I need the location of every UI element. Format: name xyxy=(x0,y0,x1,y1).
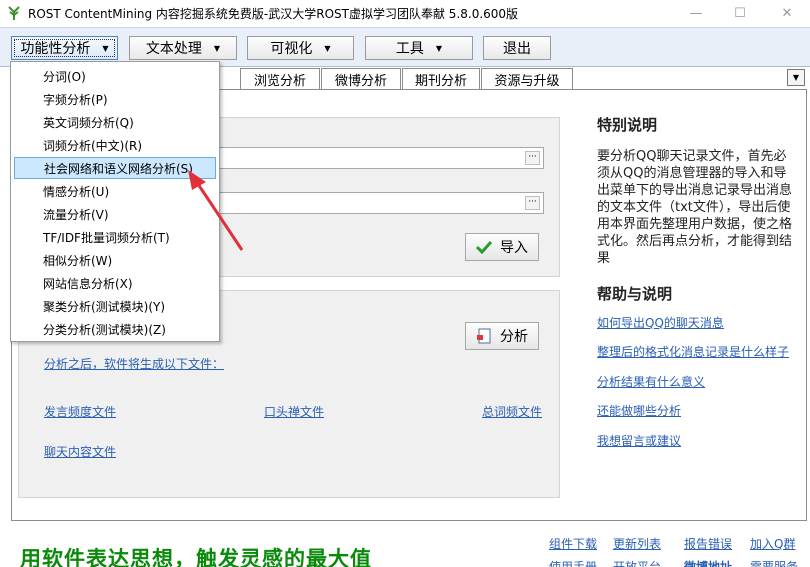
dropdown-item-classification[interactable]: 分类分析(测试模块)(Z) xyxy=(14,318,216,340)
menu-tools[interactable]: 工具 ▼ xyxy=(365,36,473,60)
dropdown-item-clustering[interactable]: 聚类分析(测试模块)(Y) xyxy=(14,295,216,317)
app-logo-icon xyxy=(8,6,20,20)
speech-frequency-file-link[interactable]: 发言频度文件 xyxy=(44,403,116,420)
caret-down-icon: ▼ xyxy=(102,43,109,53)
source-file-input[interactable]: ··· xyxy=(208,147,544,169)
dropdown-item-segmentation[interactable]: 分词(O) xyxy=(14,65,216,87)
tab-journal-analysis[interactable]: 期刊分析 xyxy=(402,68,480,90)
document-chart-icon xyxy=(477,328,491,344)
close-button[interactable]: ✕ xyxy=(764,0,810,27)
annotation-arrow-icon xyxy=(188,170,244,251)
catchphrase-file-link[interactable]: 口头禅文件 xyxy=(264,403,324,420)
menu-label: 文本处理 xyxy=(145,41,202,57)
menu-label: 工具 xyxy=(395,41,424,57)
footer-link-manual[interactable]: 使用手册 xyxy=(549,558,597,567)
footer-link-open-platform[interactable]: 开放平台 xyxy=(613,558,661,567)
help-link-result-meaning[interactable]: 分析结果有什么意义 xyxy=(597,373,705,390)
analyze-label: 分析 xyxy=(500,329,528,345)
special-note-text: 要分析QQ聊天记录文件，首先必须从QQ的消息管理器的导入和导出菜单下的导出消息记… xyxy=(597,149,793,266)
checkmark-icon xyxy=(476,240,492,254)
analyze-button[interactable]: 分析 xyxy=(465,322,539,350)
import-label: 导入 xyxy=(500,240,528,256)
menu-label: 功能性分析 xyxy=(20,41,91,57)
browse-icon[interactable]: ··· xyxy=(525,151,540,165)
window-title: ROST ContentMining 内容挖掘系统免费版-武汉大学ROST虚拟学… xyxy=(28,7,519,21)
footer-link-service[interactable]: 需要服务 xyxy=(750,558,798,567)
footer-link-report-error[interactable]: 报告错误 xyxy=(684,535,732,552)
after-analysis-link[interactable]: 分析之后，软件将生成以下文件： xyxy=(44,355,224,372)
caret-down-icon: ▼ xyxy=(213,43,221,53)
menu-label: 可视化 xyxy=(270,41,313,57)
footer-link-update-list[interactable]: 更新列表 xyxy=(613,535,661,552)
help-link-formatted-record[interactable]: 整理后的格式化消息记录是什么样子 xyxy=(597,343,789,360)
footer-link-components[interactable]: 组件下载 xyxy=(549,535,597,552)
caret-down-icon: ▼ xyxy=(324,43,331,53)
help-link-export-qq[interactable]: 如何导出QQ的聊天消息 xyxy=(597,314,724,331)
tab-browse-analysis[interactable]: 浏览分析 xyxy=(240,68,320,90)
menu-visualization[interactable]: 可视化 ▼ xyxy=(247,36,354,60)
exit-button[interactable]: 退出 xyxy=(483,36,551,60)
minimize-button[interactable]: — xyxy=(673,0,719,27)
footer-link-weibo[interactable]: 微博地址 xyxy=(684,558,732,567)
footer-link-join-group[interactable]: 加入Q群 xyxy=(750,535,795,552)
import-button[interactable]: 导入 xyxy=(465,233,539,261)
maximize-button[interactable]: ☐ xyxy=(717,0,763,27)
caret-down-icon: ▼ xyxy=(435,43,443,53)
tab-weibo-analysis[interactable]: 微博分析 xyxy=(321,68,401,90)
dropdown-item-english-frequency[interactable]: 英文词频分析(Q) xyxy=(14,111,216,133)
browse-icon[interactable]: ··· xyxy=(525,196,540,210)
exit-label: 退出 xyxy=(503,41,531,57)
help-heading: 帮助与说明 xyxy=(597,285,673,303)
dropdown-item-char-frequency[interactable]: 字频分析(P) xyxy=(14,88,216,110)
title-bar: ROST ContentMining 内容挖掘系统免费版-武汉大学ROST虚拟学… xyxy=(0,0,810,27)
dropdown-item-chinese-frequency[interactable]: 词频分析(中文)(R) xyxy=(14,134,216,156)
menu-functional-analysis[interactable]: 功能性分析 ▼ xyxy=(11,36,118,60)
word-frequency-file-link[interactable]: 总词频文件 xyxy=(482,403,542,420)
chat-content-file-link[interactable]: 聊天内容文件 xyxy=(44,443,116,460)
help-link-other-analysis[interactable]: 还能做哪些分析 xyxy=(597,402,681,419)
tab-resources-upgrade[interactable]: 资源与升级 xyxy=(481,68,573,90)
menu-text-processing[interactable]: 文本处理 ▼ xyxy=(129,36,237,60)
help-link-feedback[interactable]: 我想留言或建议 xyxy=(597,432,681,449)
dropdown-item-website-info[interactable]: 网站信息分析(X) xyxy=(14,272,216,294)
tab-scroll-down-icon[interactable]: ▼ xyxy=(787,69,805,86)
footer-slogan: 用软件表达思想，触发灵感的最大值 xyxy=(20,547,372,567)
special-note-heading: 特别说明 xyxy=(597,116,658,134)
